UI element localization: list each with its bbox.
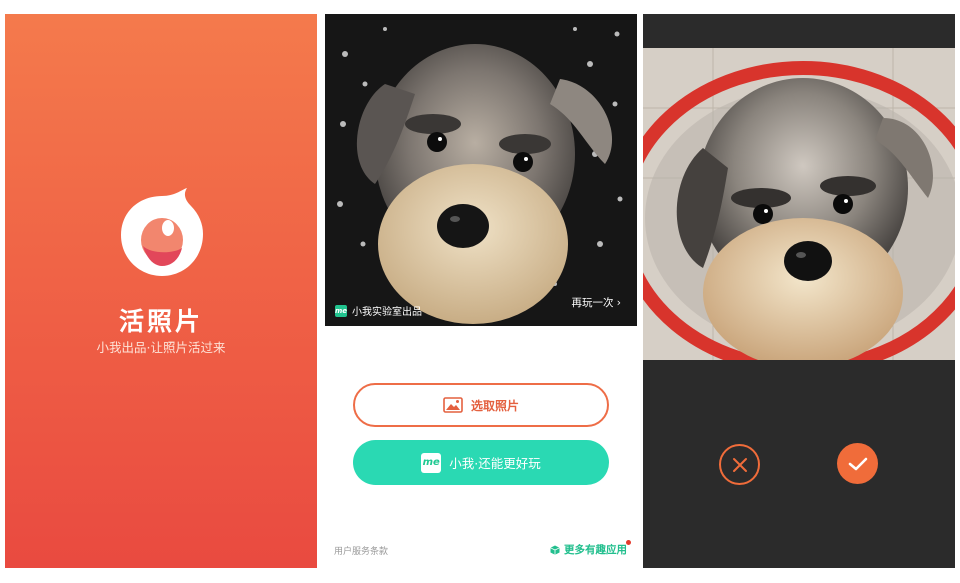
box-icon: [550, 545, 560, 555]
me-app-icon: me: [421, 452, 442, 473]
preview-screen: [643, 14, 955, 568]
terms-link[interactable]: 用户服务条款: [334, 544, 388, 557]
splash-screen: 活照片 小我出品·让照片活过来: [5, 14, 317, 568]
selected-photo: [643, 48, 955, 360]
app-logo-icon: [121, 188, 203, 276]
close-icon: [732, 457, 747, 472]
notification-dot: [626, 540, 631, 545]
image-icon: [443, 397, 463, 413]
lab-credit-badge: me 小我实验室出品: [335, 303, 422, 318]
lab-credit-text: 小我实验室出品: [352, 307, 422, 318]
more-apps-link[interactable]: 更多有趣应用: [550, 542, 627, 557]
app-title: 活照片: [118, 307, 203, 336]
app-tagline: 小我出品·让照片活过来: [96, 340, 226, 355]
me-app-button[interactable]: me 小我·还能更好玩: [353, 440, 609, 485]
check-icon: [848, 457, 867, 470]
more-apps-label: 更多有趣应用: [564, 544, 627, 556]
chevron-right-icon: ›: [616, 297, 621, 309]
pick-photo-button[interactable]: 选取照片: [353, 383, 609, 427]
replay-label: 再玩一次: [571, 297, 614, 309]
cancel-button[interactable]: [719, 444, 760, 485]
dog-photo-image: [643, 48, 955, 360]
replay-button[interactable]: 再玩一次 ›: [571, 295, 621, 310]
me-app-label: 小我·还能更好玩: [449, 456, 541, 471]
confirm-button[interactable]: [837, 443, 878, 484]
dog-photo-image: [325, 14, 637, 326]
sample-photo: me 小我实验室出品 再玩一次 ›: [325, 14, 637, 326]
me-logo-icon: me: [334, 304, 348, 317]
home-screen: me 小我实验室出品 再玩一次 › 选取照片 me 小我·还能更好玩 用户服务条…: [318, 14, 641, 568]
pick-photo-label: 选取照片: [470, 398, 519, 413]
